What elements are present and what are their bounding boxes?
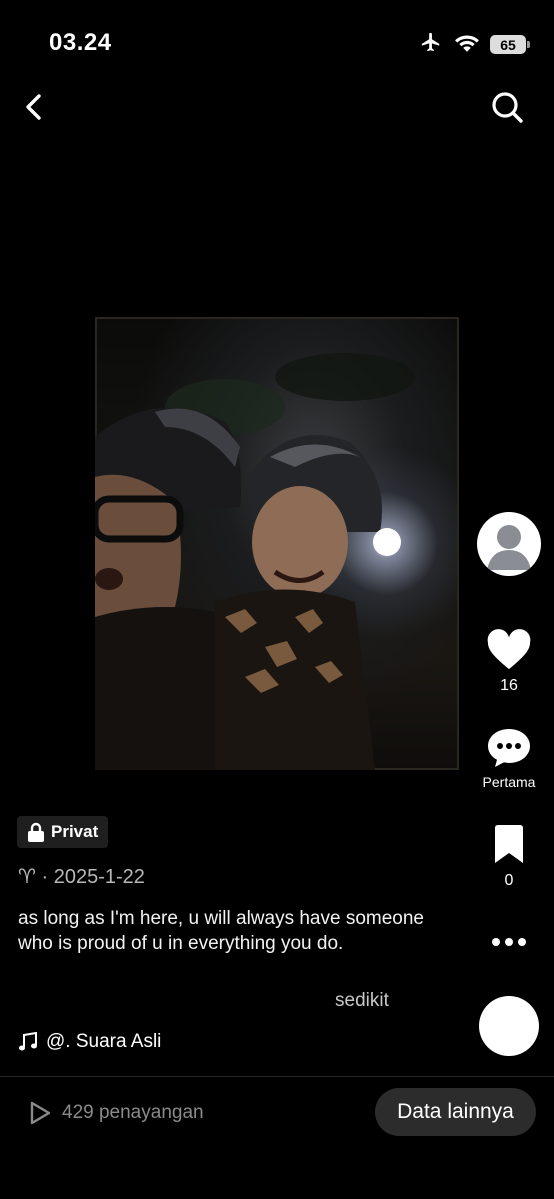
video-frame-image bbox=[95, 353, 415, 770]
comment-bubble-icon bbox=[488, 729, 530, 767]
search-button[interactable] bbox=[490, 88, 526, 126]
more-data-button[interactable]: Data lainnya bbox=[375, 1088, 536, 1136]
like-count: 16 bbox=[500, 677, 518, 694]
more-options-button[interactable] bbox=[490, 930, 528, 954]
play-outline-icon bbox=[30, 1101, 51, 1125]
post-date: ♈ · 2025-1-22 bbox=[18, 866, 145, 888]
status-time: 03.24 bbox=[49, 29, 112, 56]
like-button[interactable] bbox=[486, 628, 532, 672]
divider bbox=[0, 1076, 554, 1077]
battery-icon: 65 bbox=[490, 35, 530, 54]
comment-label: Pertama bbox=[482, 774, 536, 790]
privacy-badge: Privat bbox=[17, 816, 109, 848]
wifi-icon bbox=[454, 32, 480, 57]
music-note-icon bbox=[19, 1032, 37, 1051]
sound-name: @. Suara Asli bbox=[46, 1031, 162, 1052]
search-icon bbox=[492, 92, 523, 123]
sound-link[interactable]: @. Suara Asli bbox=[18, 1031, 161, 1053]
lock-icon bbox=[28, 822, 44, 842]
bookmark-icon bbox=[495, 825, 523, 863]
bookmark-count: 0 bbox=[504, 872, 514, 889]
heart-icon bbox=[487, 629, 531, 670]
status-icons: 65 bbox=[418, 31, 530, 58]
creator-avatar[interactable] bbox=[477, 512, 541, 576]
back-button[interactable] bbox=[18, 88, 50, 126]
sound-disc-button[interactable] bbox=[479, 996, 539, 1056]
airplane-icon bbox=[418, 31, 444, 58]
caption-toggle-link[interactable]: sedikit bbox=[335, 990, 389, 1012]
video-player[interactable] bbox=[95, 317, 459, 770]
back-chevron-icon bbox=[26, 94, 41, 120]
post-caption: as long as I'm here, u will always have … bbox=[18, 908, 424, 954]
default-avatar-icon bbox=[487, 525, 531, 570]
bookmark-button[interactable] bbox=[491, 824, 527, 864]
view-count-label: 429 penayangan bbox=[62, 1102, 204, 1123]
privacy-label: Privat bbox=[51, 822, 99, 841]
comment-button[interactable] bbox=[486, 726, 532, 770]
more-dots-icon bbox=[492, 938, 526, 946]
view-count: 429 penayangan bbox=[28, 1100, 204, 1126]
